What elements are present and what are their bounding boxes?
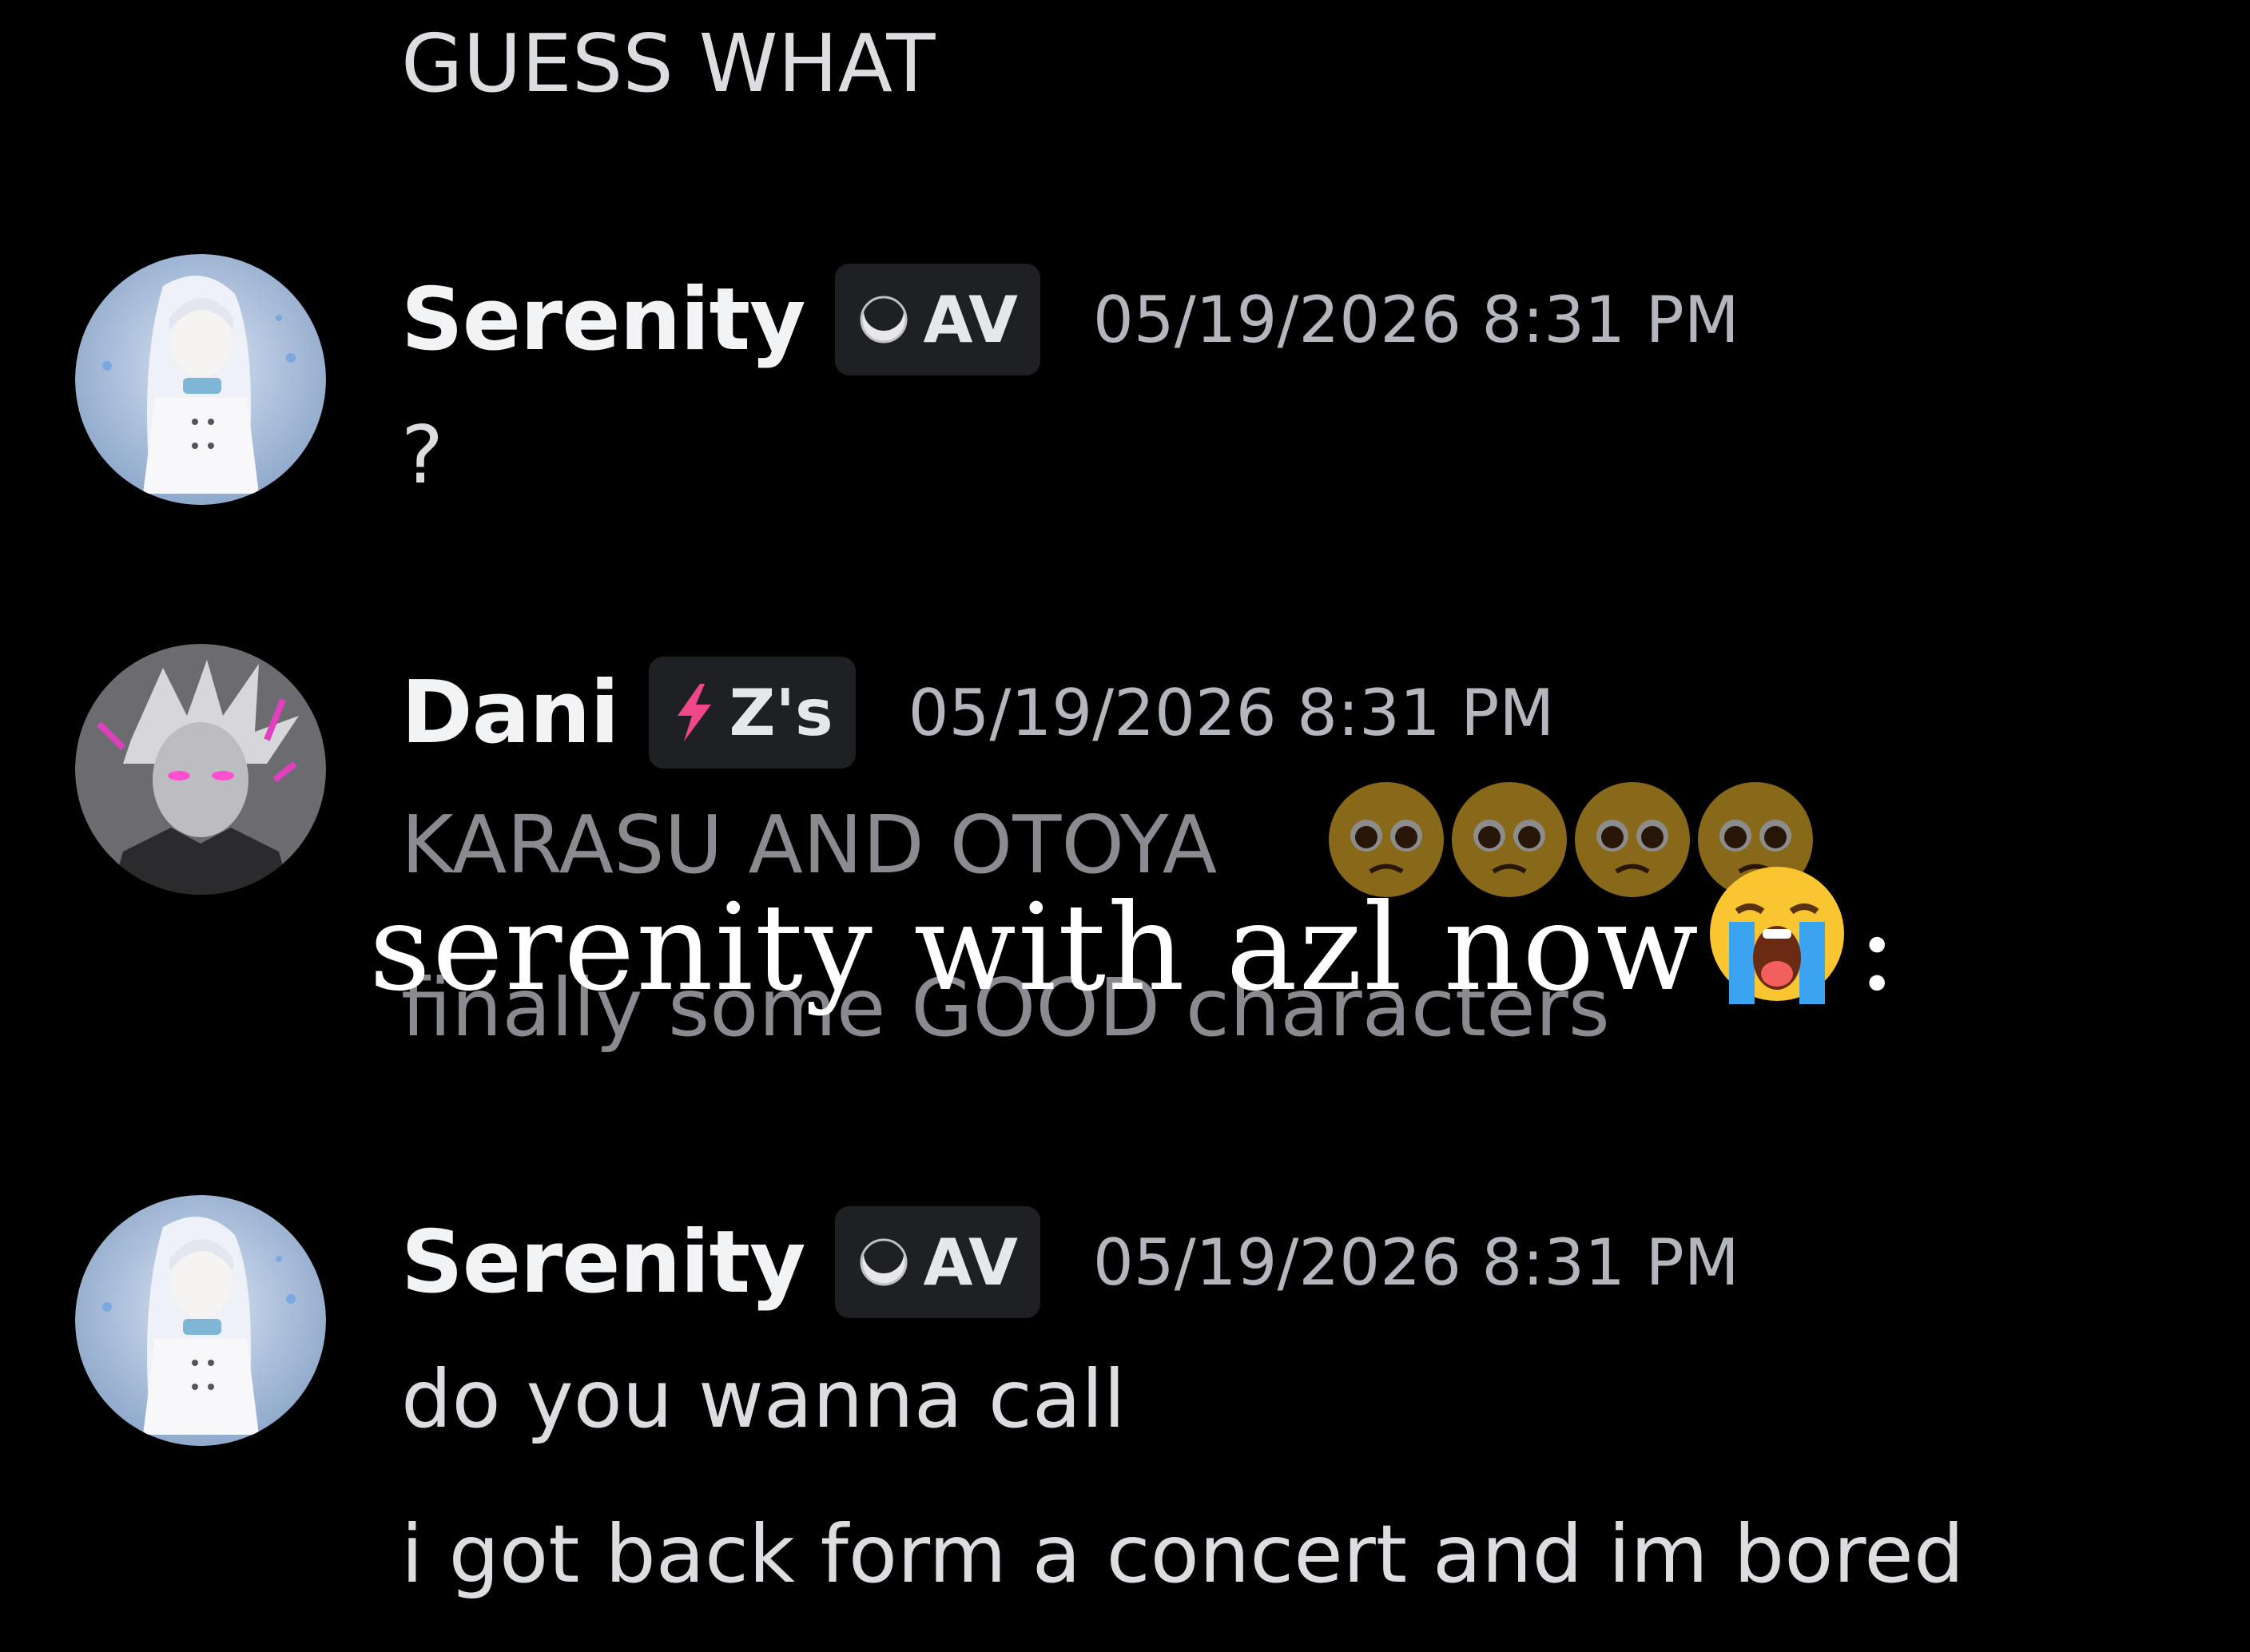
moon-crescent-icon [856,292,912,347]
username[interactable]: Dani [401,663,619,763]
message-text: i got back form a concert and im bored [401,1507,1965,1601]
moon-crescent-icon [856,1234,912,1290]
chat-view: GUESS WHAT Serenity AV 05/19/2026 8:31 P… [0,0,2250,1652]
avatar-serenity[interactable] [75,254,326,505]
message-text: GUESS WHAT [401,17,936,110]
guild-tag[interactable]: AV [835,264,1040,375]
avatar-dani[interactable] [75,644,326,895]
message-header: Serenity AV 05/19/2026 8:31 PM [401,1206,1739,1318]
lightning-bolt-icon [670,681,718,745]
avatar-serenity[interactable] [75,1195,326,1446]
overlay-caption: serenity with azl now : [369,867,1899,1024]
username[interactable]: Serenity [401,1213,805,1312]
loudly-crying-face-emoji [1705,862,1849,1034]
message-header: Serenity AV 05/19/2026 8:31 PM [401,264,1739,375]
overlay-caption-text: serenity with azl now [369,879,1700,1018]
message-text: do you wanna call [401,1352,1126,1446]
message-text: ? [401,408,444,502]
guild-tag-label: AV [923,282,1018,357]
guild-tag-label: AV [923,1225,1018,1300]
username[interactable]: Serenity [401,270,805,370]
overlay-caption-suffix: : [1856,879,1899,1018]
timestamp: 05/19/2026 8:31 PM [1092,282,1739,357]
message-header: Dani Z's 05/19/2026 8:31 PM [401,657,1554,768]
timestamp: 05/19/2026 8:31 PM [1092,1225,1739,1300]
guild-tag[interactable]: Z's [649,657,856,768]
timestamp: 05/19/2026 8:31 PM [908,675,1555,750]
guild-tag[interactable]: AV [835,1206,1040,1318]
guild-tag-label: Z's [729,675,833,750]
